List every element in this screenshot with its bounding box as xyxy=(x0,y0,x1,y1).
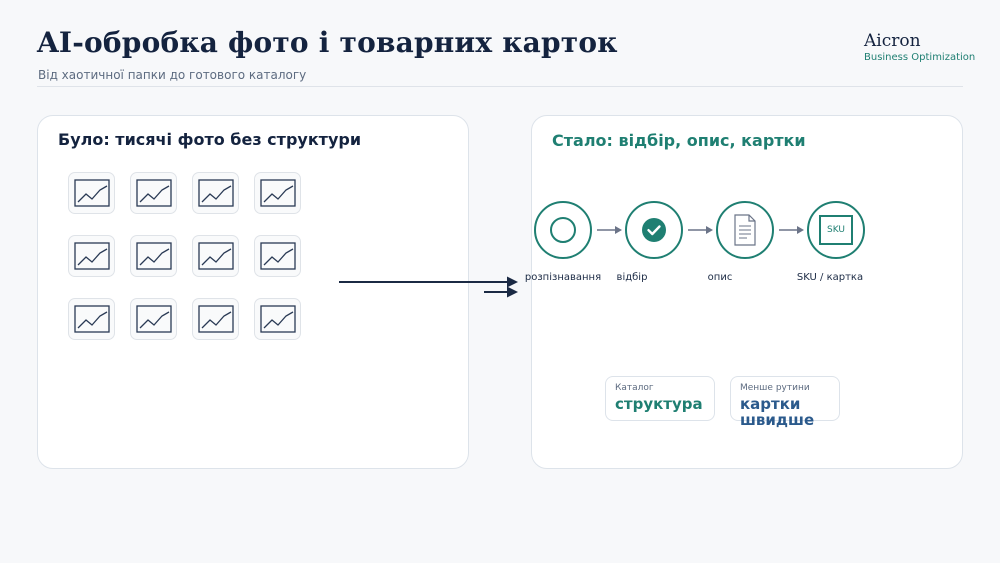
result-card-less-routine: Менше рутини картки швидше xyxy=(730,376,840,428)
after-panel: Стало: відбір, опис, картки SKU розпізна… xyxy=(525,115,963,469)
brand-logo: Aicron Business Optimization xyxy=(864,32,975,63)
result-card-value: структура xyxy=(615,395,703,413)
photo-thumbnail xyxy=(192,172,239,214)
connector-arrow-head xyxy=(507,276,518,288)
image-icon xyxy=(197,305,234,333)
connector-arrow-head-short xyxy=(507,286,518,298)
before-panel-title: Було: тисячі фото без структури xyxy=(58,130,362,149)
photo-thumbnail xyxy=(68,298,115,340)
image-icon xyxy=(259,242,296,270)
photo-thumbnail xyxy=(254,235,301,277)
image-icon xyxy=(135,305,172,333)
image-icon xyxy=(73,242,110,270)
photo-thumbnail xyxy=(130,235,177,277)
photo-thumbnail xyxy=(254,172,301,214)
brand-tagline: Business Optimization xyxy=(864,52,976,63)
brand-name: Aicron xyxy=(864,31,921,51)
image-icon xyxy=(73,179,110,207)
photo-thumbnail-grid xyxy=(68,172,301,340)
image-icon xyxy=(259,179,296,207)
step-label-recognition: розпізнавання xyxy=(524,272,602,283)
photo-thumbnail xyxy=(192,235,239,277)
image-icon xyxy=(259,305,296,333)
result-card-catalog: Каталог структура xyxy=(605,376,715,421)
photo-thumbnail xyxy=(68,235,115,277)
step-label-selection: відбір xyxy=(616,272,648,283)
result-card-label: Каталог xyxy=(615,383,654,393)
image-icon xyxy=(197,179,234,207)
photo-thumbnail xyxy=(130,298,177,340)
before-panel: Було: тисячі фото без структури xyxy=(37,115,469,469)
page-title: AI-обробка фото і товарних карток xyxy=(37,26,618,59)
step-label-sku-card: SKU / картка xyxy=(796,272,864,283)
image-icon xyxy=(135,179,172,207)
photo-thumbnail xyxy=(192,298,239,340)
step-arrows xyxy=(597,226,804,234)
image-icon xyxy=(197,242,234,270)
step-label-description: опис xyxy=(707,272,733,283)
image-icon xyxy=(73,305,110,333)
photo-thumbnail xyxy=(68,172,115,214)
image-icon xyxy=(135,242,172,270)
result-card-value: картки швидше xyxy=(740,395,815,429)
photo-thumbnail xyxy=(130,172,177,214)
header-divider xyxy=(37,86,963,87)
result-card-label: Менше рутини xyxy=(740,383,810,393)
page-subtitle: Від хаотичної папки до готового каталогу xyxy=(38,68,307,82)
photo-thumbnail xyxy=(254,298,301,340)
